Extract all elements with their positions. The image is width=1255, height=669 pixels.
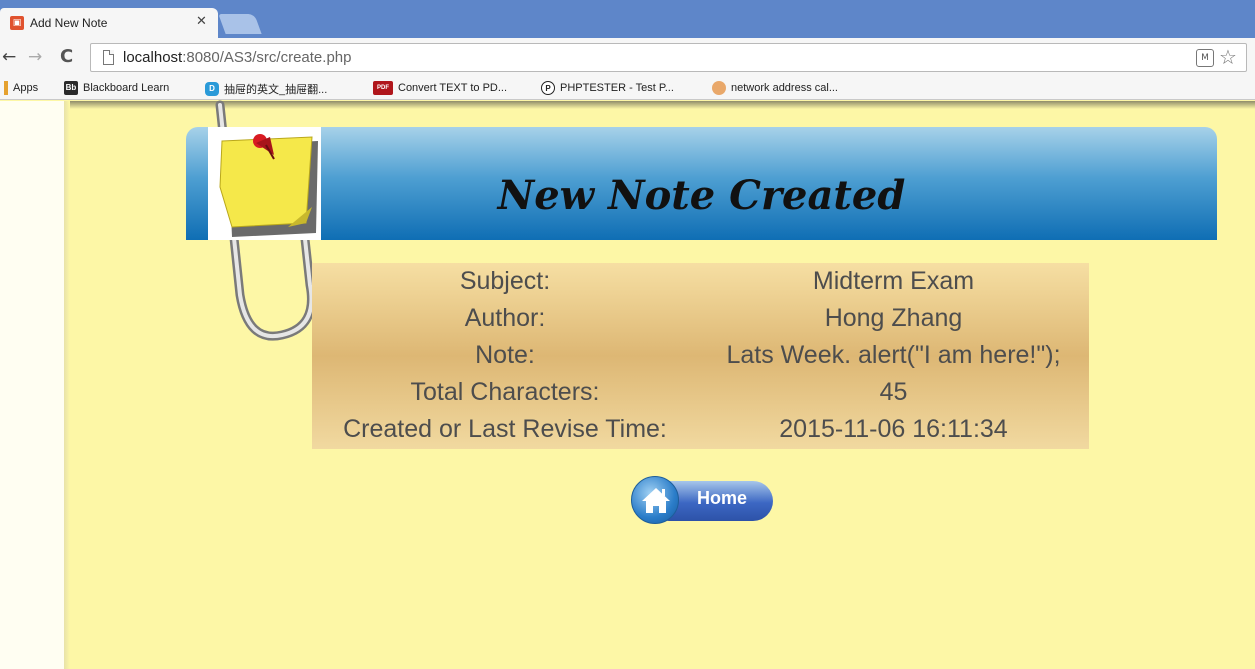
bookmark-convert-text[interactable]: PDF Convert TEXT to PD... (373, 81, 507, 95)
browser-toolbar: ← → C localhost:8080/AS3/src/create.php … (0, 38, 1255, 78)
author-value: Hong Zhang (824, 304, 963, 332)
paper-edge (64, 101, 70, 669)
back-arrow-icon[interactable]: ← (2, 47, 16, 67)
note-value: Lats Week. alert("I am here!"); (726, 341, 1061, 369)
author-label: Author: (464, 304, 546, 332)
url-text[interactable]: localhost:8080/AS3/src/create.php (123, 49, 351, 66)
app-favicon-icon: ▣ (10, 16, 24, 30)
detail-row-note: Note: Lats Week. alert("I am here!"); (312, 337, 1089, 374)
home-button[interactable]: Home (631, 476, 773, 524)
tab-strip: ▣ Add New Note ✕ (0, 0, 1255, 38)
note-details: Subject: Midterm Exam Author: Hong Zhang… (312, 263, 1089, 449)
bookmark-apps[interactable]: Apps (4, 81, 38, 95)
network-calc-icon (712, 81, 726, 95)
apps-grid-icon (4, 81, 8, 95)
bookmark-label: Convert TEXT to PD... (398, 82, 508, 94)
close-icon[interactable]: ✕ (196, 14, 207, 29)
toolbar-shadow (0, 101, 1255, 109)
star-icon[interactable]: ☆ (1219, 45, 1237, 69)
page-left-margin (0, 101, 64, 669)
pdf-icon: PDF (373, 81, 393, 95)
bookmark-label: network address cal... (731, 82, 838, 94)
total-characters-value: 45 (879, 378, 908, 406)
url-host: localhost (123, 49, 183, 66)
detail-row-subject: Subject: Midterm Exam (312, 263, 1089, 300)
detail-row-time: Created or Last Revise Time: 2015-11-06 … (312, 411, 1089, 448)
home-icon (631, 476, 679, 524)
bookmark-network-calc[interactable]: network address cal... (712, 81, 838, 95)
detail-row-total-characters: Total Characters: 45 (312, 374, 1089, 411)
page-header: New Note Created (186, 127, 1217, 240)
bookmarks-bar: Apps Bb Blackboard Learn D 抽屉的英文_抽屉翻... … (0, 78, 1255, 100)
extension-icon[interactable]: M (1196, 49, 1214, 67)
url-path: :8080/AS3/src/create.php (182, 49, 352, 66)
bookmark-label: PHPTESTER - Test P... (560, 82, 674, 94)
note-label: Note: (475, 341, 535, 369)
reload-icon[interactable]: C (60, 46, 73, 67)
detail-row-author: Author: Hong Zhang (312, 300, 1089, 337)
bookmark-label: Apps (13, 82, 39, 94)
sticky-note-icon (208, 127, 321, 240)
blackboard-icon: Bb (64, 81, 78, 95)
time-value: 2015-11-06 16:11:34 (779, 415, 1008, 443)
bookmark-phptester[interactable]: P PHPTESTER - Test P... (541, 81, 674, 95)
total-characters-label: Total Characters: (410, 378, 600, 406)
browser-tab[interactable]: ▣ Add New Note ✕ (0, 8, 218, 38)
bookmark-label: Blackboard Learn (83, 82, 170, 94)
forward-arrow-icon[interactable]: → (28, 47, 42, 67)
phptester-icon: P (541, 81, 555, 95)
dictionary-icon: D (205, 82, 219, 96)
address-bar[interactable]: localhost:8080/AS3/src/create.php M ☆ (90, 43, 1247, 72)
page-icon (103, 50, 114, 65)
page-title: New Note Created (497, 172, 906, 219)
tab-title: Add New Note (30, 16, 108, 30)
subject-value: Midterm Exam (812, 267, 975, 295)
new-tab-button[interactable] (218, 14, 262, 34)
bookmark-blackboard[interactable]: Bb Blackboard Learn (64, 81, 169, 95)
time-label: Created or Last Revise Time: (343, 415, 667, 443)
home-label: Home (697, 488, 748, 508)
subject-label: Subject: (459, 267, 551, 295)
